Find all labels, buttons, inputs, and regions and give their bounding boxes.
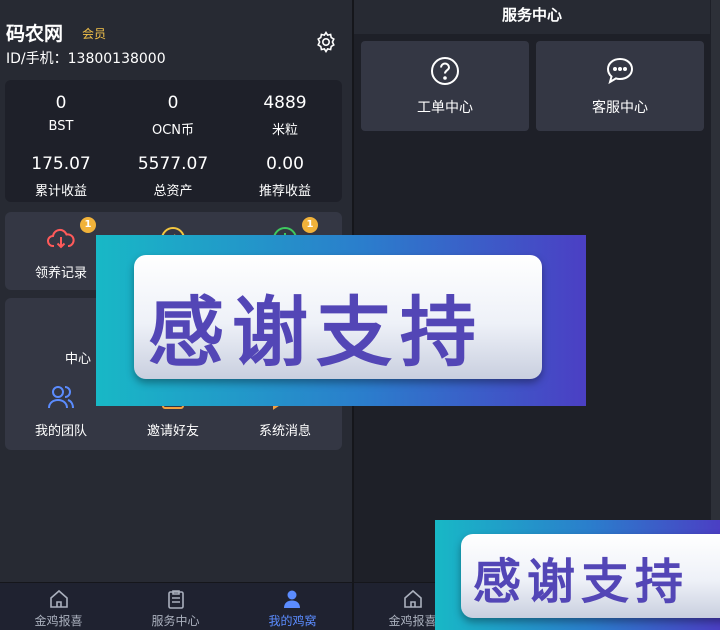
clipboard-icon <box>165 588 187 610</box>
tab-label: 服务中心 <box>151 614 200 628</box>
stat-label: OCN币 <box>151 123 195 138</box>
stat-label: 总资产 <box>153 184 193 199</box>
stat-label: 累计收益 <box>34 184 87 199</box>
stat-total-assets: 5577.07 总资产 <box>117 154 229 199</box>
chat-bubble-icon <box>604 55 636 87</box>
stat-bst: 0 BST <box>5 93 117 134</box>
stat-value: 175.07 <box>31 154 91 174</box>
service-label: 客服中心 <box>592 100 648 116</box>
home-icon <box>48 588 70 610</box>
tab-service-center[interactable]: 服务中心 <box>117 583 234 630</box>
assets-stats-card: 0 BST 0 OCN币 4889 米粒 175.07 累计收益 5577.07… <box>5 80 342 202</box>
stat-mili: 4889 米粒 <box>229 93 341 138</box>
tile-label: 我的团队 <box>34 424 87 439</box>
stat-value: 0 <box>55 93 67 113</box>
stat-total-earnings: 175.07 累计收益 <box>5 154 117 199</box>
settings-gear-icon[interactable] <box>314 30 338 54</box>
home-icon <box>402 588 424 610</box>
stat-value: 5577.07 <box>137 154 209 174</box>
bottom-tab-bar: 金鸡报喜 服务中心 我的鸡窝 <box>0 582 352 630</box>
service-label: 工单中心 <box>417 100 473 116</box>
tab-golden-chicken[interactable]: 金鸡报喜 <box>0 583 117 630</box>
count-badge: 1 <box>80 217 96 233</box>
stat-label: 米粒 <box>271 123 298 138</box>
tab-label: 我的鸡窝 <box>268 614 317 628</box>
tab-label: 金鸡报喜 <box>34 614 83 628</box>
page-title: 服务中心 <box>354 0 710 34</box>
member-badge: 会员 <box>82 27 107 41</box>
customer-service-button[interactable]: 客服中心 <box>536 41 704 131</box>
question-circle-icon <box>429 55 461 87</box>
stat-label: BST <box>48 119 74 134</box>
banner-text: 感谢支持 <box>148 288 484 377</box>
tile-label: 邀请好友 <box>146 424 199 439</box>
stat-value: 0.00 <box>266 154 304 174</box>
thanks-banner-partial: 感谢支持 <box>435 520 720 630</box>
stat-ocn: 0 OCN币 <box>117 93 229 138</box>
cloud-download-icon <box>46 224 76 254</box>
count-badge: 1 <box>302 217 318 233</box>
user-name: 码农网 <box>6 23 64 45</box>
user-icon <box>282 588 304 610</box>
tile-label: 系统消息 <box>258 424 311 439</box>
user-id: ID/手机：13800138000 <box>6 51 166 67</box>
stat-value: 0 <box>167 93 179 113</box>
ticket-center-button[interactable]: 工单中心 <box>361 41 529 131</box>
stat-referral-earnings: 0.00 推荐收益 <box>229 154 341 199</box>
banner-text: 感谢支持 <box>473 554 690 610</box>
stat-value: 4889 <box>263 93 307 113</box>
stat-label: 推荐收益 <box>258 184 311 199</box>
team-users-icon <box>46 382 76 412</box>
tab-my-coop[interactable]: 我的鸡窝 <box>234 583 351 630</box>
thanks-banner: 感谢支持 <box>96 235 586 406</box>
